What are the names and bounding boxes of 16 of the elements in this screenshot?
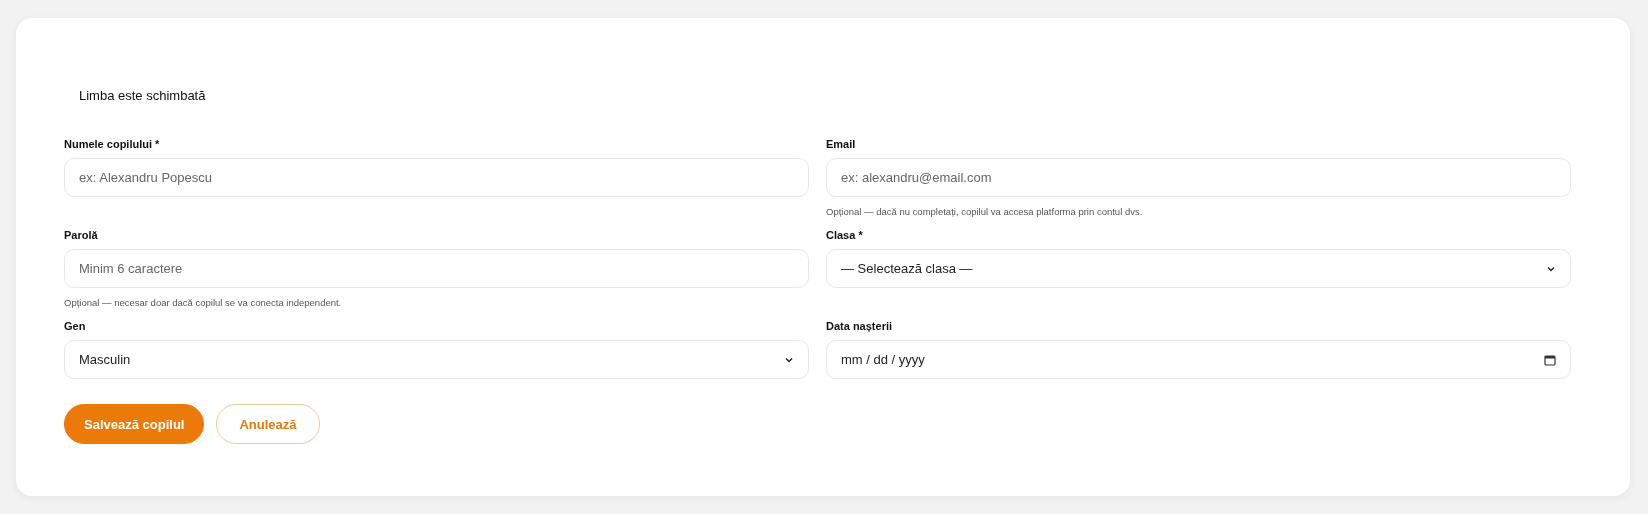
field-label: Numele copilului * <box>64 138 160 150</box>
field-label: Gen <box>64 320 86 332</box>
field-label: Parolă <box>64 229 98 241</box>
input-field[interactable]: ex: alexandru@email.com <box>826 158 1571 197</box>
select-field[interactable]: — Selectează clasa — <box>826 249 1571 288</box>
input-field[interactable]: Minim 6 caractere <box>64 249 809 288</box>
field-label: Clasa * <box>826 229 863 241</box>
field-label: Email <box>826 138 856 150</box>
field-label: Data nașterii <box>826 320 893 332</box>
notice-text: Limba este schimbată <box>78 88 207 103</box>
input-field[interactable]: ex: Alexandru Popescu <box>64 158 809 197</box>
field-hint: Opțional — necesar doar dacă copilul se va conecta independent. <box>64 297 342 308</box>
field-hint: Opțional — dacă nu completați, copilul va accesa platforma prin contul dvs. <box>826 206 1143 217</box>
date-field[interactable]: mm / dd / yyyy <box>826 340 1571 379</box>
calendar-icon[interactable] <box>1544 353 1556 366</box>
select-field[interactable]: Masculin <box>64 340 809 379</box>
